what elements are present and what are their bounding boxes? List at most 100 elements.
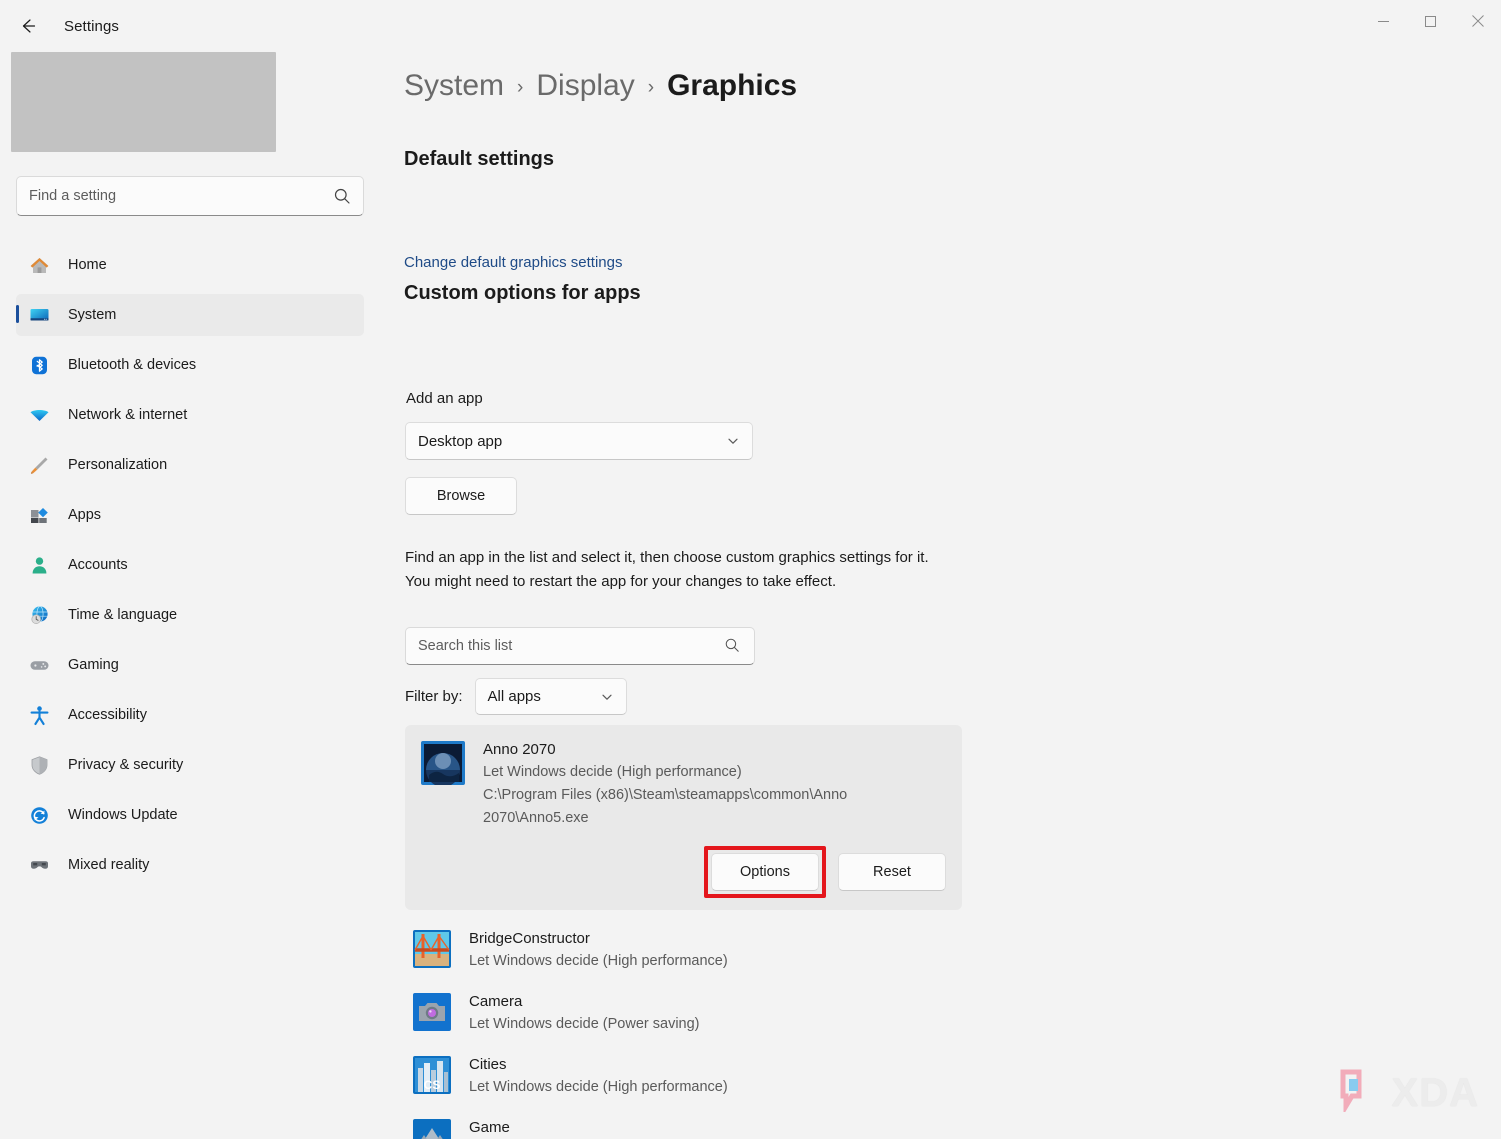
breadcrumb-separator: › xyxy=(517,77,524,98)
maximize-icon xyxy=(1425,14,1436,32)
help-text: Find an app in the list and select it, t… xyxy=(405,549,929,590)
app-card-actions: Options Reset xyxy=(421,846,946,898)
options-button-highlight: Options xyxy=(704,846,826,898)
app-gpu-preference: Let Windows decide (High performance) xyxy=(483,764,742,780)
monitor-icon xyxy=(28,304,50,326)
back-arrow-icon xyxy=(18,16,38,36)
sidebar-item-label: Personalization xyxy=(68,457,168,473)
minimize-icon xyxy=(1378,14,1389,32)
app-path: C:\Program Files (x86)\Steam\steamapps\c… xyxy=(483,787,848,826)
find-a-setting-search[interactable] xyxy=(16,176,364,216)
globe-clock-icon xyxy=(28,604,50,626)
filter-dropdown[interactable]: All apps xyxy=(474,678,627,715)
shield-icon xyxy=(28,754,50,776)
sidebar-item-gaming[interactable]: Gaming xyxy=(16,644,364,686)
sidebar-item-windows-update[interactable]: Windows Update xyxy=(16,794,364,836)
sidebar-item-apps[interactable]: Apps xyxy=(16,494,364,536)
home-icon xyxy=(28,254,50,276)
app-gpu-preference: Let Windows decide (High performance) xyxy=(469,1079,728,1095)
sidebar-item-label: Windows Update xyxy=(68,807,178,823)
browse-button[interactable]: Browse xyxy=(405,477,517,515)
bluetooth-icon xyxy=(28,354,50,376)
filter-by-label: Filter by: xyxy=(405,688,463,705)
chevron-down-icon xyxy=(726,434,740,448)
app-gpu-preference: Let Windows decide (Power saving) xyxy=(469,1016,700,1032)
title-bar: Settings xyxy=(0,0,1501,52)
app-gpu-preference: Let Windows decide (High performance) xyxy=(469,953,728,969)
vr-headset-icon xyxy=(28,854,50,876)
sidebar-item-label: Apps xyxy=(68,507,102,523)
change-default-graphics-settings-link[interactable]: Change default graphics settings xyxy=(404,254,622,271)
bridge-constructor-app-icon xyxy=(413,930,451,968)
minimize-button[interactable] xyxy=(1360,0,1407,46)
close-button[interactable] xyxy=(1454,0,1501,46)
paintbrush-icon xyxy=(28,454,50,476)
apps-grid-icon xyxy=(28,504,50,526)
sidebar-item-network-internet[interactable]: Network & internet xyxy=(16,394,364,436)
app-list-item[interactable]: Camera Let Windows decide (Power saving) xyxy=(405,983,962,1046)
maximize-button[interactable] xyxy=(1407,0,1454,46)
search-input[interactable] xyxy=(29,188,333,204)
breadcrumb-graphics: Graphics xyxy=(667,69,798,102)
options-button[interactable]: Options xyxy=(711,853,819,891)
cities-app-icon: CS xyxy=(413,1056,451,1094)
sidebar-item-bluetooth-devices[interactable]: Bluetooth & devices xyxy=(16,344,364,386)
sidebar-item-label: Accessibility xyxy=(68,707,147,723)
breadcrumb-system[interactable]: System xyxy=(404,69,504,103)
breadcrumb-display[interactable]: Display xyxy=(536,69,634,103)
search-icon xyxy=(333,187,351,205)
window-title: Settings xyxy=(64,17,119,35)
sidebar-item-mixed-reality[interactable]: Mixed reality xyxy=(16,844,364,886)
sidebar-item-accounts[interactable]: Accounts xyxy=(16,544,364,586)
app-name: BridgeConstructor xyxy=(469,930,590,947)
breadcrumb: System › Display › Graphics xyxy=(404,69,797,103)
app-card-selected[interactable]: Anno 2070 Let Windows decide (High perfo… xyxy=(405,725,962,910)
window-controls xyxy=(1360,0,1501,46)
app-name: Game xyxy=(469,1119,510,1136)
anno-2070-app-icon xyxy=(421,741,465,785)
app-list-item[interactable]: Game xyxy=(405,1109,962,1139)
sidebar-item-label: Mixed reality xyxy=(68,857,150,873)
app-type-selected-value: Desktop app xyxy=(418,432,503,450)
sidebar-item-label: Network & internet xyxy=(68,407,188,423)
chevron-down-icon xyxy=(600,690,614,704)
sidebar-item-system[interactable]: System xyxy=(16,294,364,336)
sidebar-item-label: Privacy & security xyxy=(68,757,184,773)
app-name: Camera xyxy=(469,993,523,1010)
add-an-app-label: Add an app xyxy=(406,390,483,407)
close-icon xyxy=(1471,14,1484,32)
sidebar-item-accessibility[interactable]: Accessibility xyxy=(16,694,364,736)
app-name: Anno 2070 xyxy=(483,741,556,758)
list-search-input[interactable] xyxy=(418,638,724,654)
sidebar-nav: Home System Bluetooth & devices Network … xyxy=(16,244,364,894)
account-info-redacted xyxy=(11,52,276,152)
sidebar-item-label: Gaming xyxy=(68,657,119,673)
sidebar-item-time-language[interactable]: Time & language xyxy=(16,594,364,636)
camera-app-icon xyxy=(413,993,451,1031)
back-button[interactable] xyxy=(8,8,48,44)
sidebar-item-label: Bluetooth & devices xyxy=(68,357,197,373)
sidebar: Home System xyxy=(0,52,380,1139)
app-list-item[interactable]: CS Cities Let Windows decide (High perfo… xyxy=(405,1046,962,1109)
filter-selected-value: All apps xyxy=(487,688,541,705)
wifi-icon xyxy=(28,404,50,426)
gamepad-icon xyxy=(28,654,50,676)
app-list: Anno 2070 Let Windows decide (High perfo… xyxy=(405,725,962,1139)
reset-button[interactable]: Reset xyxy=(838,853,946,891)
person-icon xyxy=(28,554,50,576)
search-this-list[interactable] xyxy=(405,627,755,665)
search-icon xyxy=(724,637,742,655)
svg-text:CS: CS xyxy=(424,1078,441,1092)
sidebar-item-label: System xyxy=(68,307,117,323)
breadcrumb-separator: › xyxy=(647,77,655,98)
sidebar-item-home[interactable]: Home xyxy=(16,244,364,286)
sidebar-item-personalization[interactable]: Personalization xyxy=(16,444,364,486)
sidebar-item-privacy-security[interactable]: Privacy & security xyxy=(16,744,364,786)
app-name: Cities xyxy=(469,1056,507,1073)
custom-options-heading: Custom options for apps xyxy=(404,282,641,304)
app-type-dropdown[interactable]: Desktop app xyxy=(405,422,753,460)
game-app-icon xyxy=(413,1119,451,1139)
refresh-circle-icon xyxy=(28,804,50,826)
sidebar-item-label: Home xyxy=(68,257,107,273)
app-list-item[interactable]: BridgeConstructor Let Windows decide (Hi… xyxy=(405,920,962,983)
